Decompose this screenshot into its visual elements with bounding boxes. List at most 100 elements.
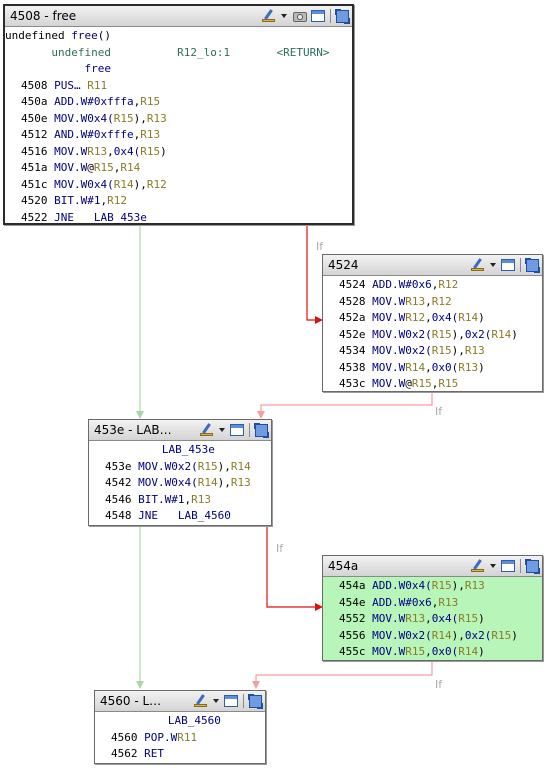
dropdown-icon[interactable] bbox=[490, 263, 496, 267]
instruction-mnemonic[interactable]: AND.W bbox=[54, 128, 87, 141]
header-token[interactable]: undefined bbox=[5, 29, 71, 42]
instruction-operand[interactable]: ) bbox=[511, 328, 518, 341]
instruction-row[interactable]: 450e MOV.W0x4(R15),R13 bbox=[5, 111, 352, 128]
instruction-operand[interactable]: R13 bbox=[191, 493, 211, 506]
instruction-operand[interactable]: R15 bbox=[198, 460, 218, 473]
instruction-operand[interactable]: ) bbox=[478, 311, 485, 324]
header-token[interactable]: LAB_453e bbox=[89, 443, 215, 456]
instruction-operand[interactable]: R12 bbox=[405, 311, 425, 324]
window-icon[interactable] bbox=[230, 424, 244, 436]
block-header[interactable]: 4560 - L… bbox=[95, 691, 265, 712]
instruction-mnemonic[interactable]: MOV.W bbox=[372, 295, 405, 308]
instruction-address[interactable]: 4524 bbox=[339, 277, 366, 294]
instruction-operand[interactable]: ), bbox=[452, 328, 465, 341]
block-header[interactable]: 4524 bbox=[323, 255, 542, 276]
instruction-address[interactable]: 4522 bbox=[21, 210, 48, 227]
edit-icon[interactable] bbox=[470, 559, 485, 573]
instruction-operand[interactable]: R14 bbox=[120, 161, 140, 174]
instruction-address[interactable]: 450e bbox=[21, 111, 48, 128]
edit-icon[interactable] bbox=[193, 694, 208, 708]
instruction-operand[interactable]: ) bbox=[478, 645, 485, 658]
instruction-operand[interactable]: , bbox=[425, 311, 432, 324]
instruction-address[interactable]: 452e bbox=[339, 327, 366, 344]
instruction-mnemonic[interactable]: MOV.W bbox=[54, 145, 87, 158]
instruction-mnemonic[interactable]: POP.W bbox=[144, 731, 177, 744]
instruction-operand[interactable]: 0x4( bbox=[432, 612, 459, 625]
instruction-row[interactable]: 454e ADD.W#0x6,R13 bbox=[323, 595, 542, 612]
instruction-row[interactable]: 455c MOV.WR15,0x0(R14) bbox=[323, 644, 542, 661]
instruction-row[interactable]: 4552 MOV.WR13,0x4(R15) bbox=[323, 611, 542, 628]
instruction-operand[interactable]: #0x6 bbox=[405, 278, 432, 291]
instruction-mnemonic[interactable]: MOV.W bbox=[54, 178, 87, 191]
instruction-operand[interactable]: R14 bbox=[458, 645, 478, 658]
instruction-row[interactable]: 452e MOV.W0x2(R15),0x2(R14) bbox=[323, 327, 542, 344]
maximize-icon[interactable] bbox=[248, 693, 263, 709]
instruction-row[interactable]: 453e MOV.W0x2(R15),R14 bbox=[89, 459, 271, 476]
instruction-address[interactable]: 450a bbox=[21, 94, 48, 111]
instruction-mnemonic[interactable]: RET bbox=[144, 747, 164, 760]
instruction-operand[interactable]: R13 bbox=[405, 295, 425, 308]
instruction-address[interactable]: 4528 bbox=[339, 294, 366, 311]
instruction-operand[interactable]: R13 bbox=[405, 612, 425, 625]
instruction-operand[interactable]: R13 bbox=[231, 476, 251, 489]
instruction-mnemonic[interactable]: MOV.W bbox=[372, 629, 405, 642]
header-token[interactable]: LAB_4560 bbox=[95, 714, 221, 727]
maximize-icon[interactable] bbox=[254, 422, 269, 438]
instruction-row[interactable]: 4556 MOV.W0x2(R14),0x2(R15) bbox=[323, 628, 542, 645]
instruction-operand[interactable]: R15 bbox=[114, 112, 134, 125]
header-token[interactable]: () bbox=[98, 29, 111, 42]
window-icon[interactable] bbox=[501, 560, 515, 572]
dropdown-icon[interactable] bbox=[219, 428, 225, 432]
instruction-operand[interactable]: R15 bbox=[438, 377, 458, 390]
instruction-operand[interactable]: R11 bbox=[87, 79, 107, 92]
window-icon[interactable] bbox=[501, 259, 515, 271]
instruction-operand[interactable]: 0x4( bbox=[171, 476, 198, 489]
instruction-operand[interactable]: R14 bbox=[114, 178, 134, 191]
dropdown-icon[interactable] bbox=[281, 14, 287, 18]
window-icon[interactable] bbox=[224, 695, 238, 707]
edit-icon[interactable] bbox=[261, 9, 276, 23]
instruction-mnemonic[interactable]: ADD.W bbox=[372, 278, 405, 291]
instruction-row[interactable]: 4534 MOV.W0x2(R15),R13 bbox=[323, 343, 542, 360]
instruction-operand[interactable]: ), bbox=[134, 178, 147, 191]
instruction-address[interactable]: 4562 bbox=[111, 746, 138, 763]
instruction-operand[interactable]: 0x4( bbox=[87, 112, 114, 125]
snapshot-icon[interactable] bbox=[292, 9, 308, 23]
instruction-row[interactable]: 4548 JNE LAB_4560 bbox=[89, 508, 271, 525]
instruction-operand[interactable]: R13 bbox=[465, 344, 485, 357]
maximize-icon[interactable] bbox=[525, 257, 540, 273]
instruction-operand[interactable]: R15 bbox=[94, 161, 114, 174]
instruction-operand[interactable]: ) bbox=[160, 145, 167, 158]
instruction-address[interactable]: 453e bbox=[105, 459, 132, 476]
instruction-operand[interactable]: 0x2( bbox=[465, 328, 492, 341]
instruction-mnemonic[interactable]: MOV.W bbox=[372, 311, 405, 324]
instruction-operand[interactable]: R15 bbox=[432, 328, 452, 341]
instruction-operand[interactable]: R15 bbox=[140, 145, 160, 158]
instruction-address[interactable]: 4516 bbox=[21, 144, 48, 161]
instruction-operand[interactable]: , bbox=[425, 361, 432, 374]
instruction-address[interactable]: 4548 bbox=[105, 508, 132, 525]
instruction-mnemonic[interactable]: MOV.W bbox=[54, 112, 87, 125]
header-token[interactable]: free bbox=[5, 62, 111, 75]
instruction-mnemonic[interactable]: MOV.W bbox=[372, 361, 405, 374]
maximize-icon[interactable] bbox=[335, 8, 350, 24]
block-header[interactable]: 453e - LAB… bbox=[89, 420, 271, 441]
instruction-operand[interactable]: #1 bbox=[87, 194, 100, 207]
instruction-row[interactable]: 4538 MOV.WR14,0x0(R13) bbox=[323, 360, 542, 377]
dropdown-icon[interactable] bbox=[213, 699, 219, 703]
instruction-operand[interactable]: R15 bbox=[432, 579, 452, 592]
instruction-row[interactable]: 4546 BIT.W#1,R13 bbox=[89, 492, 271, 509]
instruction-mnemonic[interactable]: PUS… bbox=[54, 79, 81, 92]
instruction-operand[interactable]: ), bbox=[134, 112, 147, 125]
instruction-row[interactable]: 4520 BIT.W#1,R12 bbox=[5, 193, 352, 210]
instruction-operand[interactable]: R12 bbox=[438, 278, 458, 291]
instruction-address[interactable]: 454a bbox=[339, 578, 366, 595]
instruction-operand[interactable]: ) bbox=[511, 629, 518, 642]
instruction-address[interactable]: 4508 bbox=[21, 78, 48, 95]
instruction-address[interactable]: 4560 bbox=[111, 730, 138, 747]
header-token[interactable]: undefined R12_lo:1 <RETURN> bbox=[5, 46, 329, 59]
instruction-address[interactable]: 4546 bbox=[105, 492, 132, 509]
instruction-operand[interactable]: 0x2( bbox=[405, 344, 432, 357]
instruction-mnemonic[interactable]: BIT.W bbox=[138, 493, 171, 506]
code-block-4508[interactable]: 4508 - free undefined free() undefined R… bbox=[3, 4, 354, 225]
